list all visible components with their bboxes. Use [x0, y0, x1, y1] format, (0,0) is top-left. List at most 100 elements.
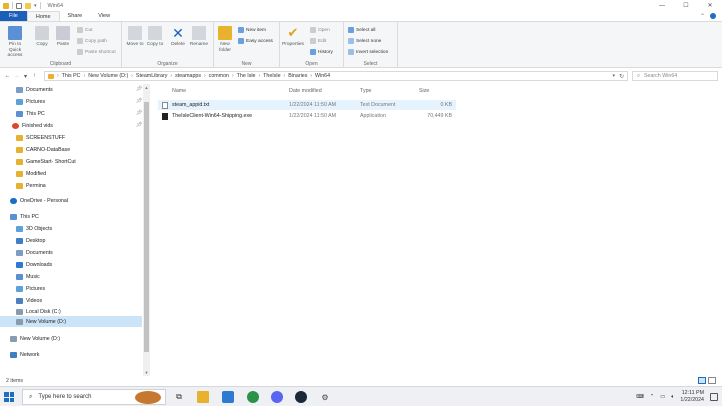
file-row-theisle-client[interactable]: TheIsleClient-Win64-Shipping.exe 1/22/20… — [158, 111, 456, 121]
breadcrumb-steamlibrary[interactable]: SteamLibrary — [136, 73, 168, 79]
tab-home[interactable]: Home — [26, 11, 60, 21]
scroll-down-icon[interactable]: ▼ — [143, 370, 150, 375]
copy-path-button[interactable]: Copy path — [77, 38, 107, 44]
column-header-date[interactable]: Date modified — [289, 88, 322, 94]
column-header-size[interactable]: Size — [419, 88, 429, 94]
pin-icon[interactable]: 📌︎ — [136, 122, 142, 128]
column-header-type[interactable]: Type — [360, 88, 371, 94]
nav-item-network[interactable]: Network — [10, 349, 39, 360]
breadcrumb-common[interactable]: common — [209, 73, 229, 79]
select-none-button[interactable]: Select none — [348, 38, 381, 44]
select-all-button[interactable]: Select all — [348, 27, 375, 33]
paste-shortcut-button[interactable]: Paste shortcut — [77, 49, 116, 55]
nav-item-screenstuff[interactable]: SCREENSTUFF — [16, 132, 65, 143]
cut-button[interactable]: Cut — [77, 27, 92, 33]
taskbar-search-box[interactable]: ⌕ Type here to search — [22, 389, 166, 405]
nav-item-this-pc[interactable]: This PC — [10, 211, 39, 222]
discord-taskbar-icon[interactable] — [271, 391, 283, 403]
close-button[interactable]: ✕ — [698, 0, 722, 11]
rename-button[interactable]: Rename — [188, 26, 210, 48]
breadcrumb-new-volume[interactable]: New Volume (D:) — [88, 73, 128, 79]
taskbar-search-input[interactable]: Type here to search — [38, 394, 91, 400]
edit-button[interactable]: Edit — [310, 38, 326, 44]
properties-button[interactable]: ✔ Properties — [282, 26, 304, 48]
tab-view[interactable]: View — [90, 11, 118, 21]
nav-item-pictures-pc[interactable]: Pictures — [16, 283, 45, 294]
breadcrumb-binaries[interactable]: Binaries — [288, 73, 307, 79]
nav-item-permina[interactable]: Permina — [16, 180, 46, 191]
minimize-button[interactable]: — — [650, 0, 674, 11]
properties-icon[interactable] — [16, 2, 22, 9]
breadcrumb-theisle[interactable]: TheIsle — [263, 73, 280, 79]
nav-item-documents-pc[interactable]: Documents — [16, 247, 53, 258]
copy-button[interactable]: Copy — [31, 26, 53, 48]
search-box[interactable]: ⌕ Search Win64 — [632, 71, 718, 81]
nav-item-this-pc-quick[interactable]: This PC — [16, 108, 45, 119]
collapse-ribbon-icon[interactable]: ⌃ — [700, 13, 705, 20]
large-icons-view-icon[interactable] — [708, 377, 716, 384]
move-to-button[interactable]: Move to — [124, 26, 146, 48]
nav-item-pictures[interactable]: Pictures — [16, 96, 45, 107]
address-bar[interactable]: › This PC › New Volume (D:) › SteamLibra… — [44, 71, 628, 81]
speaker-icon[interactable]: 🔈︎ — [671, 394, 674, 401]
up-arrow-icon[interactable]: ↑ — [30, 71, 39, 81]
recent-locations-icon[interactable]: ▾ — [21, 71, 30, 81]
settings-gear-icon[interactable]: ⚙ — [319, 391, 331, 403]
breadcrumb-steamapps[interactable]: steamapps — [175, 73, 201, 79]
nav-item-finished-vids[interactable]: Finished vids — [12, 120, 53, 131]
pin-quick-access-button[interactable]: Pin to Quick access — [4, 26, 26, 59]
scrollbar-thumb[interactable] — [144, 102, 149, 352]
clock[interactable]: 12:11 PM 1/22/2024 — [680, 390, 704, 404]
nav-item-downloads[interactable]: Downloads — [16, 259, 52, 270]
help-icon[interactable] — [710, 13, 716, 19]
store-taskbar-icon[interactable] — [222, 391, 234, 403]
back-arrow-icon[interactable]: ← — [3, 71, 12, 81]
breadcrumb-win64[interactable]: Win64 — [315, 73, 330, 79]
windows-start-icon[interactable] — [4, 392, 14, 402]
task-view-icon[interactable]: ⧉ — [173, 391, 185, 403]
file-explorer-taskbar-icon[interactable] — [197, 391, 209, 403]
keyboard-icon[interactable]: ⌨ — [636, 394, 644, 400]
tab-share[interactable]: Share — [60, 11, 91, 21]
copy-to-button[interactable]: Copy to — [144, 26, 166, 48]
pin-icon[interactable]: 📌︎ — [136, 110, 142, 116]
paste-button[interactable]: Paste — [52, 26, 74, 48]
chevron-down-icon[interactable]: ▾ — [34, 3, 37, 9]
file-row-steam-appid[interactable]: steam_appid.txt 1/22/2024 11:50 AM Text … — [158, 100, 456, 110]
nav-item-desktop[interactable]: Desktop — [16, 235, 45, 246]
pin-icon[interactable]: 📌︎ — [136, 98, 142, 104]
chevron-up-icon[interactable]: ⌃ — [650, 394, 654, 400]
delete-button[interactable]: ✕ Delete — [167, 26, 189, 48]
new-item-button[interactable]: New item — [238, 27, 266, 33]
nav-item-videos[interactable]: Videos — [16, 295, 42, 306]
tab-file[interactable]: File — [0, 11, 27, 21]
scroll-up-icon[interactable]: ▲ — [143, 85, 150, 90]
pin-icon[interactable]: 📌︎ — [136, 86, 142, 92]
network-icon[interactable]: ▭ — [660, 394, 665, 400]
nav-item-onedrive[interactable]: OneDrive - Personal — [10, 195, 68, 206]
nav-item-documents[interactable]: Documents — [16, 84, 53, 95]
nav-item-modified[interactable]: Modified — [16, 168, 46, 179]
notification-icon[interactable] — [710, 393, 718, 401]
breadcrumb-the-isle[interactable]: The Isle — [237, 73, 256, 79]
new-folder-icon[interactable] — [25, 2, 31, 9]
nav-scrollbar[interactable]: ▲ ▼ — [143, 84, 150, 376]
steam-taskbar-icon[interactable] — [295, 391, 307, 403]
maximize-button[interactable]: ☐ — [674, 0, 698, 11]
nav-item-new-volume-d[interactable]: New Volume (D:) — [16, 316, 66, 327]
refresh-icon[interactable]: ↻ — [619, 73, 624, 80]
nav-item-carno-database[interactable]: CARNO-DataBase — [16, 144, 70, 155]
nav-item-3d-objects[interactable]: 3D Objects — [16, 223, 52, 234]
forward-arrow-icon[interactable]: → — [12, 71, 21, 81]
invert-selection-button[interactable]: Invert selection — [348, 49, 388, 55]
search-input[interactable]: Search Win64 — [644, 73, 677, 79]
column-header-name[interactable]: Name — [172, 88, 186, 94]
nav-item-gamestart-shortcut[interactable]: GameStart- ShortCut — [16, 156, 76, 167]
nav-item-music[interactable]: Music — [16, 271, 40, 282]
nav-item-new-volume-d-root[interactable]: New Volume (D:) — [10, 333, 60, 344]
breadcrumb-this-pc[interactable]: This PC — [62, 73, 81, 79]
details-view-icon[interactable] — [698, 377, 706, 384]
chrome-taskbar-icon[interactable] — [247, 391, 259, 403]
new-folder-button[interactable]: New folder — [214, 26, 236, 53]
open-button[interactable]: Open — [310, 27, 330, 33]
